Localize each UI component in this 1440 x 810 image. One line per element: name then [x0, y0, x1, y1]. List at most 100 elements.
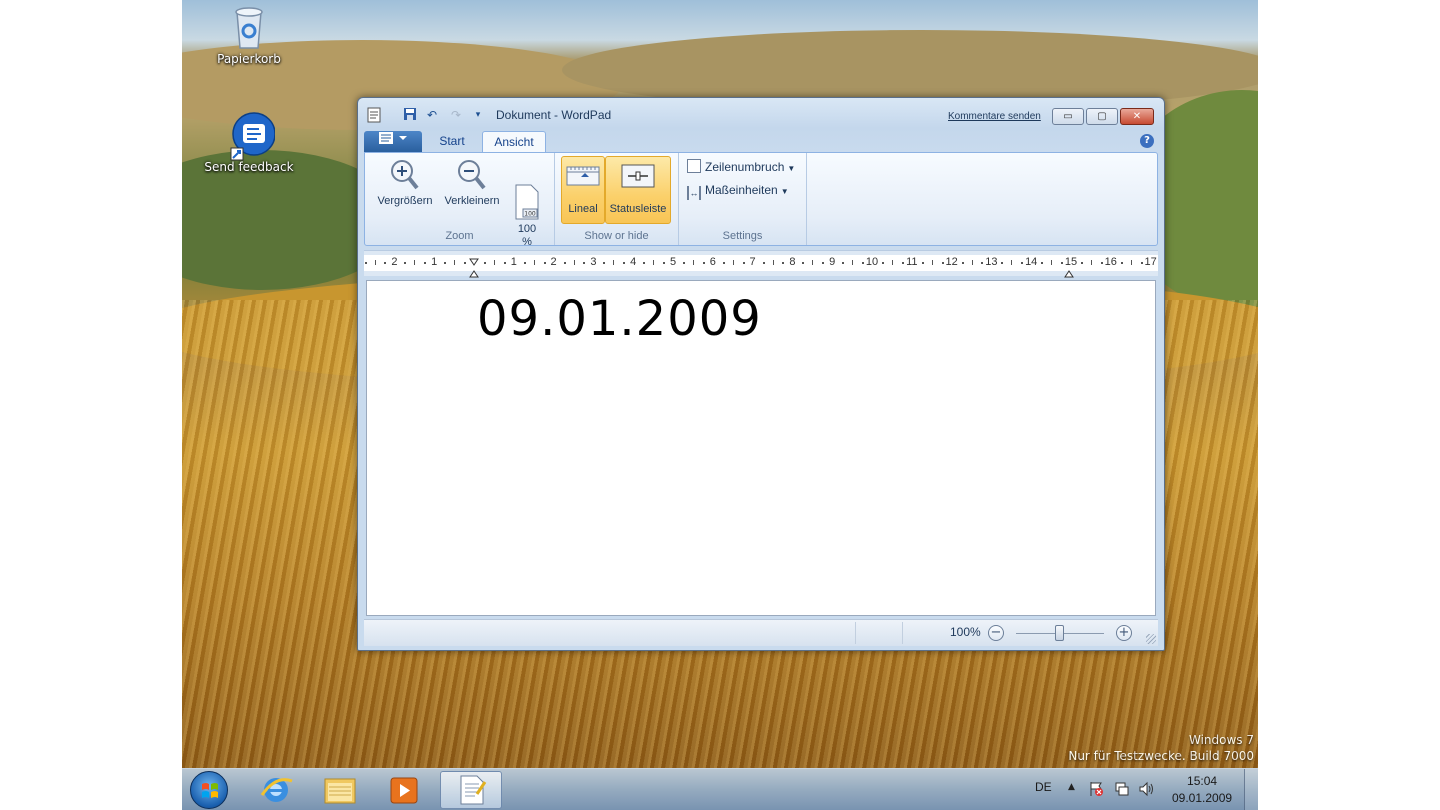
clock-date: 09.01.2009: [1172, 791, 1233, 805]
desktop-icon-recycle-bin[interactable]: Papierkorb: [204, 4, 294, 66]
ruler-tick: [653, 260, 655, 265]
ruler-tick-label: 14: [1025, 256, 1038, 268]
close-button[interactable]: ✕: [1120, 108, 1154, 125]
ruler-tick: [1011, 260, 1013, 265]
ruler-tick: [573, 260, 575, 265]
save-icon[interactable]: [402, 107, 418, 123]
ruler-tick-label: 17: [1144, 256, 1157, 268]
ruler-tick: [483, 262, 486, 264]
ruler-tick: [1130, 260, 1132, 265]
zoom-out-icon[interactable]: −: [988, 625, 1004, 641]
network-icon[interactable]: [1114, 781, 1130, 797]
feedback-link[interactable]: Kommentare senden: [948, 111, 1041, 122]
zoom-in-button[interactable]: Vergrößern: [373, 157, 437, 207]
wordpad-window[interactable]: ↶ ↷ ▾ Dokument - WordPad Kommentare send…: [357, 97, 1165, 651]
customize-icon[interactable]: ▾: [470, 107, 486, 123]
tab-ansicht[interactable]: Ansicht: [482, 131, 546, 152]
taskbar-wordpad[interactable]: [440, 771, 502, 809]
statusbar-toggle-button[interactable]: Statusleiste: [605, 156, 671, 224]
ruler-tick: [692, 260, 694, 265]
ruler-tick: [881, 262, 884, 264]
ruler-tick-label: 4: [630, 256, 637, 268]
ruler-tick: [603, 262, 606, 264]
ruler-tick: [1140, 262, 1143, 264]
statusbar-separator: [855, 622, 856, 644]
ruler-tick: [493, 260, 495, 265]
word-wrap-icon: [687, 159, 701, 173]
ruler-tick: [384, 262, 387, 264]
ruler-tick-label: 3: [590, 256, 597, 268]
window-title: Dokument - WordPad: [496, 108, 612, 122]
ruler-toggle-button[interactable]: Lineal: [561, 156, 605, 224]
internet-explorer-icon: [260, 778, 293, 802]
first-line-indent-marker[interactable]: [469, 253, 479, 266]
redo-icon[interactable]: ↷: [448, 107, 464, 123]
undo-icon[interactable]: ↶: [424, 107, 440, 123]
ruler-tick: [931, 260, 933, 265]
show-hidden-icons-icon[interactable]: ▲: [1068, 782, 1075, 792]
help-icon[interactable]: ?: [1140, 134, 1154, 148]
document-area[interactable]: 09.01.2009: [366, 280, 1156, 616]
taskbar-media-player[interactable]: [376, 771, 432, 809]
zoom-slider-thumb[interactable]: [1055, 625, 1064, 641]
ruler-tick-label: 12: [945, 256, 958, 268]
ruler-tick: [1001, 262, 1004, 264]
ruler[interactable]: 2 1 1 2 3 4 5 6 7 8 9 10 11 12 13 14 15 16 17: [364, 250, 1158, 278]
ruler-tick: [802, 262, 805, 264]
language-indicator[interactable]: DE: [1035, 780, 1052, 794]
units-button[interactable]: ↔ Maßeinheiten ▼: [687, 180, 805, 200]
zoom-in-icon[interactable]: +: [1116, 625, 1132, 641]
wordpad-icon: [460, 775, 487, 805]
minimize-button[interactable]: ▭: [1052, 108, 1084, 125]
desktop-icon-label: Papierkorb: [217, 52, 281, 66]
word-wrap-button[interactable]: Zeilenumbruch ▼: [687, 157, 805, 177]
document-text[interactable]: 09.01.2009: [477, 291, 762, 347]
app-menu-button[interactable]: [364, 131, 422, 152]
zoom-out-button[interactable]: Verkleinern: [439, 157, 505, 207]
ruler-tick: [702, 262, 705, 264]
ruler-tick: [424, 262, 427, 264]
ruler-tick: [971, 260, 973, 265]
title-bar[interactable]: ↶ ↷ ▾ Dokument - WordPad Kommentare send…: [358, 98, 1164, 128]
ruler-tick: [374, 260, 376, 265]
ruler-tick: [901, 262, 904, 264]
ruler-tick-label: 1: [510, 256, 517, 268]
action-center-flag-icon[interactable]: [1088, 781, 1104, 797]
ruler-tick-label: 13: [985, 256, 998, 268]
zoom-out-label: Verkleinern: [444, 195, 500, 207]
resize-grip-icon[interactable]: [1146, 634, 1156, 644]
ruler-tick: [842, 262, 845, 264]
clock[interactable]: 15:04 09.01.2009: [1172, 773, 1232, 807]
ruler-icon: [565, 163, 601, 201]
ruler-tick-label: 10: [865, 256, 879, 268]
statusbar-icon: [620, 163, 656, 201]
zoom-100-button[interactable]: 100 100 %: [509, 157, 545, 262]
ruler-tick: [533, 260, 535, 265]
ruler-tick: [1100, 262, 1103, 264]
ruler-tick: [742, 262, 745, 264]
app-system-icon[interactable]: [366, 107, 382, 123]
tab-start[interactable]: Start: [426, 131, 478, 152]
zoom-percentage: 100%: [950, 625, 981, 639]
group-label-show-hide: Show or hide: [584, 230, 649, 242]
zoom-out-icon: [455, 157, 489, 195]
taskbar-internet-explorer[interactable]: [248, 771, 304, 809]
ruler-tick-label: 2: [550, 256, 557, 268]
left-indent-marker[interactable]: [469, 263, 479, 278]
desktop-icon-send-feedback[interactable]: Send feedback: [204, 112, 294, 174]
right-indent-marker[interactable]: [1064, 263, 1074, 278]
maximize-button[interactable]: ▢: [1086, 108, 1118, 125]
ruler-tick-label: 1: [431, 256, 438, 268]
desktop: Papierkorb Send feedback Windows 7 Nur f…: [182, 0, 1258, 810]
ruler-tick: [1021, 262, 1024, 264]
svg-text:100: 100: [524, 211, 536, 218]
ruler-tick: [663, 262, 666, 264]
volume-icon[interactable]: [1138, 781, 1156, 797]
show-desktop-button[interactable]: [1244, 769, 1258, 810]
ruler-tick: [921, 262, 924, 264]
ruler-tick: [1090, 260, 1092, 265]
ruler-tick: [891, 260, 893, 265]
taskbar-explorer[interactable]: [312, 771, 368, 809]
ruler-tick: [613, 260, 615, 265]
start-button[interactable]: [190, 771, 228, 809]
